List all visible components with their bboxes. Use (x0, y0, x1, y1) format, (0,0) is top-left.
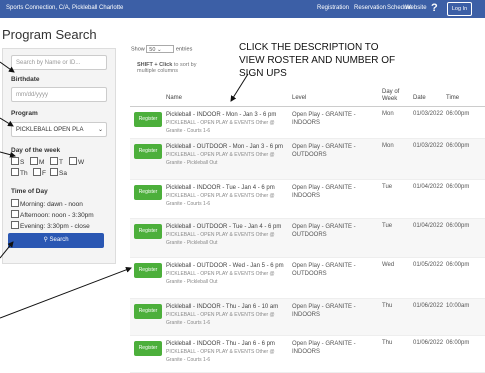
arrow-to-days (0, 151, 16, 158)
arrow-to-search-input (0, 61, 15, 73)
annotation-arrows (0, 61, 249, 319)
arrow-to-program (0, 117, 14, 127)
arrow-to-description (230, 73, 249, 102)
arrow-to-search-button (0, 241, 14, 259)
arrow-to-register (0, 266, 132, 319)
